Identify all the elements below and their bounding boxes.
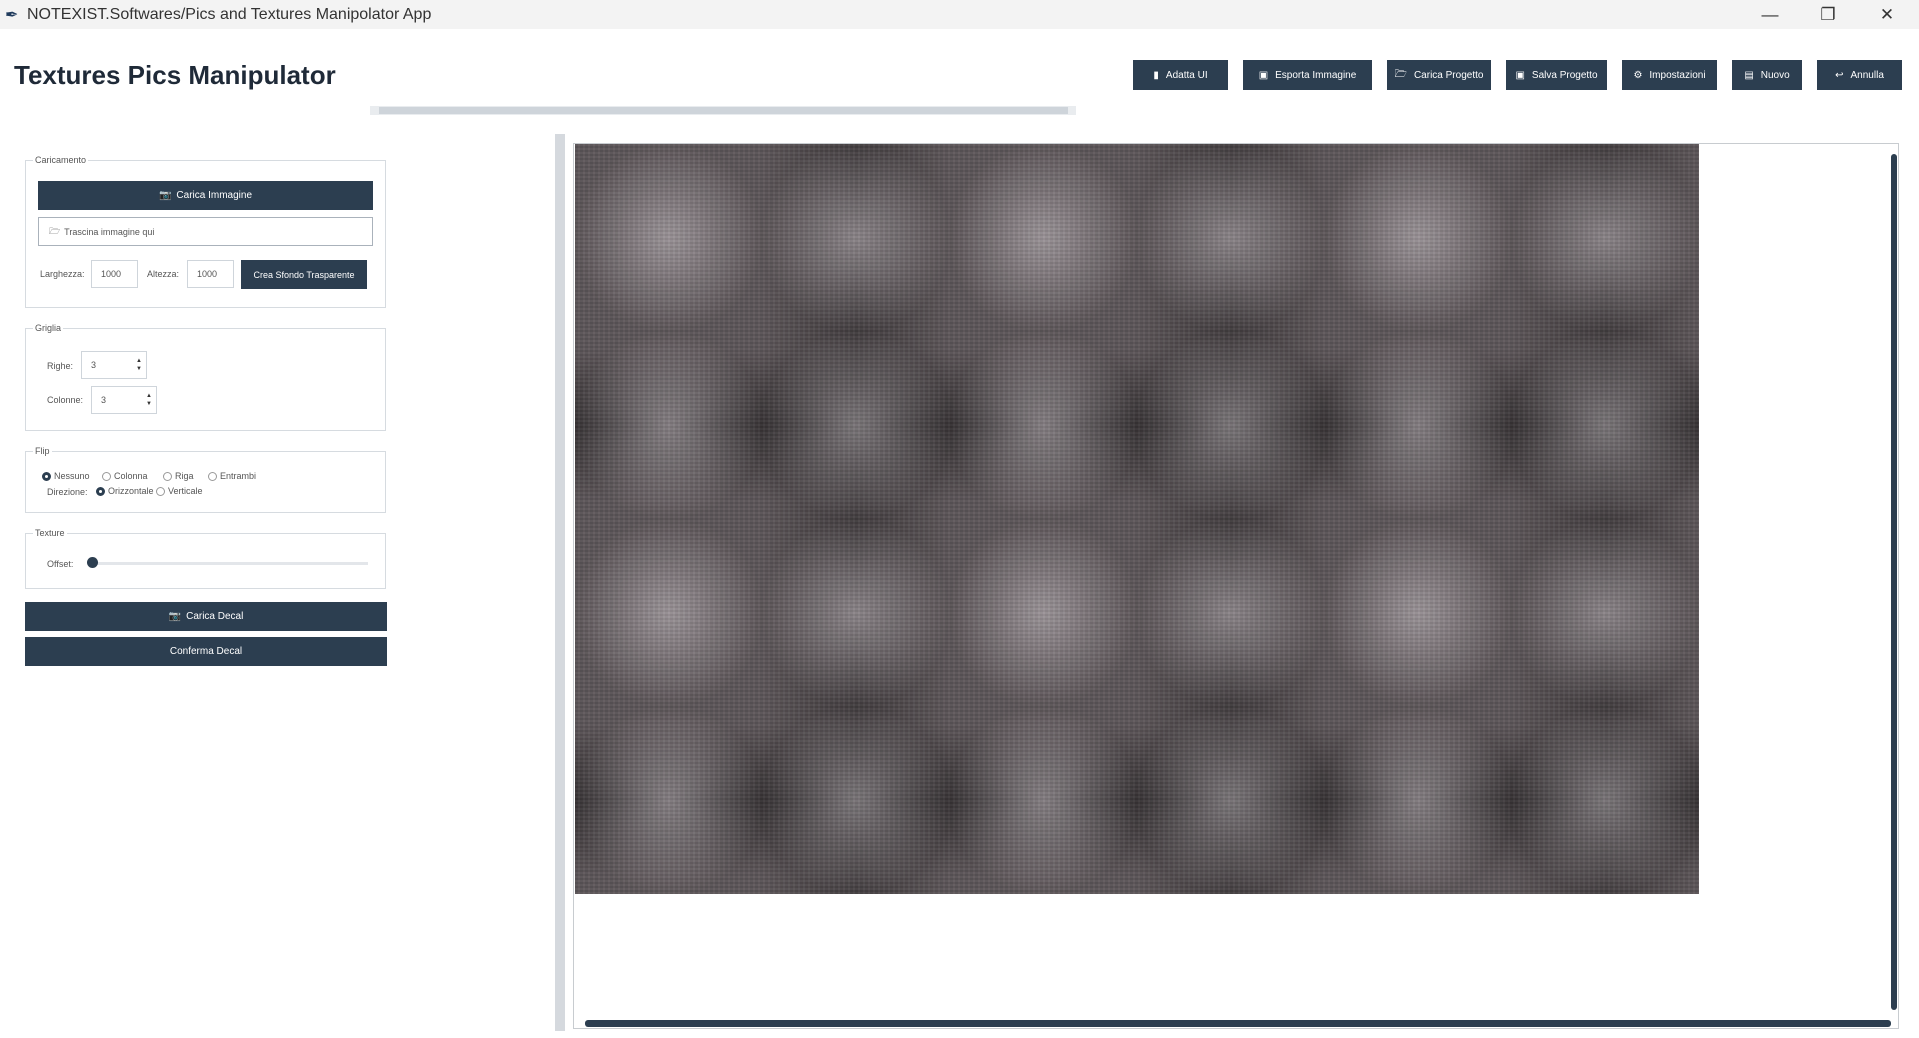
griglia-group [25,328,386,431]
radio-selected-icon [42,471,51,481]
close-button[interactable]: ✕ [1858,0,1916,29]
flip-radio-riga[interactable]: Riga [163,471,194,481]
image-export-icon: ▣ [1258,69,1269,81]
radio-empty-icon [163,471,172,481]
esporta-immagine-button[interactable]: ▣ Esporta Immagine [1243,60,1372,90]
carica-progetto-button[interactable]: 🗁 Carica Progetto [1387,60,1491,90]
rows-value: 3 [91,360,97,370]
window-titlebar: ✒ NOTEXIST.Softwares/Pics and Textures M… [0,0,1919,29]
gear-icon: ⚙ [1633,69,1643,81]
undo-icon: ↩ [1835,69,1844,81]
nuovo-button[interactable]: ▤ Nuovo [1732,60,1802,90]
rows-label: Righe: [47,361,74,371]
flip-radio-nessuno[interactable]: Nessuno [42,471,90,481]
impostazioni-label: Impostazioni [1649,69,1706,81]
app-title: Textures Pics Manipulator [14,60,336,90]
height-input[interactable]: 1000 [187,260,234,288]
folder-icon: 🗁 [49,225,61,236]
cols-label: Colonne: [47,395,84,405]
carica-decal-label: Carica Decal [186,611,244,622]
carica-decal-button[interactable]: 📷 Carica Decal [25,602,387,631]
adatta-ui-label: Adatta UI [1165,69,1208,81]
direction-radio-verticale[interactable]: Verticale [156,486,203,496]
texture-canvas-image[interactable] [575,144,1699,894]
caricamento-label: Caricamento [33,155,89,165]
flip-group [25,451,386,513]
radio-empty-icon [156,486,165,496]
carica-progetto-label: Carica Progetto [1413,69,1484,81]
spin-arrows-icon[interactable]: ▲ ▼ [136,357,142,373]
radio-selected-icon [96,486,105,496]
camera-icon: 📷 [168,611,182,622]
offset-slider-track[interactable] [92,562,368,565]
direction-radio-orizzontale[interactable]: Orizzontale [96,486,154,496]
top-progress-bar [379,107,1068,114]
texture-label: Texture [33,528,67,538]
salva-progetto-button[interactable]: ▣ Salva Progetto [1506,60,1607,90]
top-progress-track [370,106,1076,115]
esporta-immagine-label: Esporta Immagine [1275,69,1357,81]
annulla-button[interactable]: ↩ Annulla [1817,60,1902,90]
drop-zone[interactable]: 🗁 Trascina immagine qui [38,217,373,246]
impostazioni-button[interactable]: ⚙ Impostazioni [1622,60,1717,90]
camera-icon: 📷 [158,190,172,201]
rows-spinbox[interactable]: 3 ▲ ▼ [81,351,147,379]
bookmark-icon: ▮ [1153,69,1159,81]
direction-label: Direzione: [47,487,88,497]
save-icon: ▣ [1515,69,1525,81]
vertical-scrollbar[interactable] [1891,154,1897,1010]
horizontal-scrollbar[interactable] [585,1020,1891,1027]
carica-immagine-label: Carica Immagine [176,190,253,201]
minimize-button[interactable]: — [1741,0,1799,29]
flip-label: Flip [33,446,52,456]
annulla-label: Annulla [1850,69,1884,81]
conferma-decal-button[interactable]: Conferma Decal [25,637,387,666]
folder-open-icon: 🗁 [1394,68,1407,80]
offset-label: Offset: [47,559,74,569]
feather-icon: ✒ [5,7,19,24]
salva-progetto-label: Salva Progetto [1531,69,1598,81]
height-label: Altezza: [147,269,180,279]
window-title: NOTEXIST.Softwares/Pics and Textures Man… [27,6,432,23]
width-input[interactable]: 1000 [91,260,138,288]
carica-immagine-button[interactable]: 📷 Carica Immagine [38,181,373,210]
panel-splitter[interactable] [555,134,565,1031]
adatta-ui-button[interactable]: ▮ Adatta UI [1133,60,1228,90]
maximize-button[interactable]: ❐ [1799,0,1857,29]
width-label: Larghezza: [40,269,85,279]
radio-empty-icon [102,471,111,481]
nuovo-label: Nuovo [1760,69,1790,81]
flip-radio-entrambi[interactable]: Entrambi [208,471,256,481]
cols-value: 3 [101,395,107,405]
offset-slider-thumb[interactable] [87,557,98,568]
spin-arrows-icon[interactable]: ▲ ▼ [146,392,152,408]
radio-empty-icon [208,471,217,481]
cols-spinbox[interactable]: 3 ▲ ▼ [91,386,157,414]
new-file-icon: ▤ [1744,69,1754,81]
flip-radio-colonna[interactable]: Colonna [102,471,148,481]
texture-group [25,533,386,589]
crea-sfondo-trasparente-button[interactable]: Crea Sfondo Trasparente [241,260,367,289]
drop-zone-text: Trascina immagine qui [64,226,155,237]
griglia-label: Griglia [33,323,64,333]
